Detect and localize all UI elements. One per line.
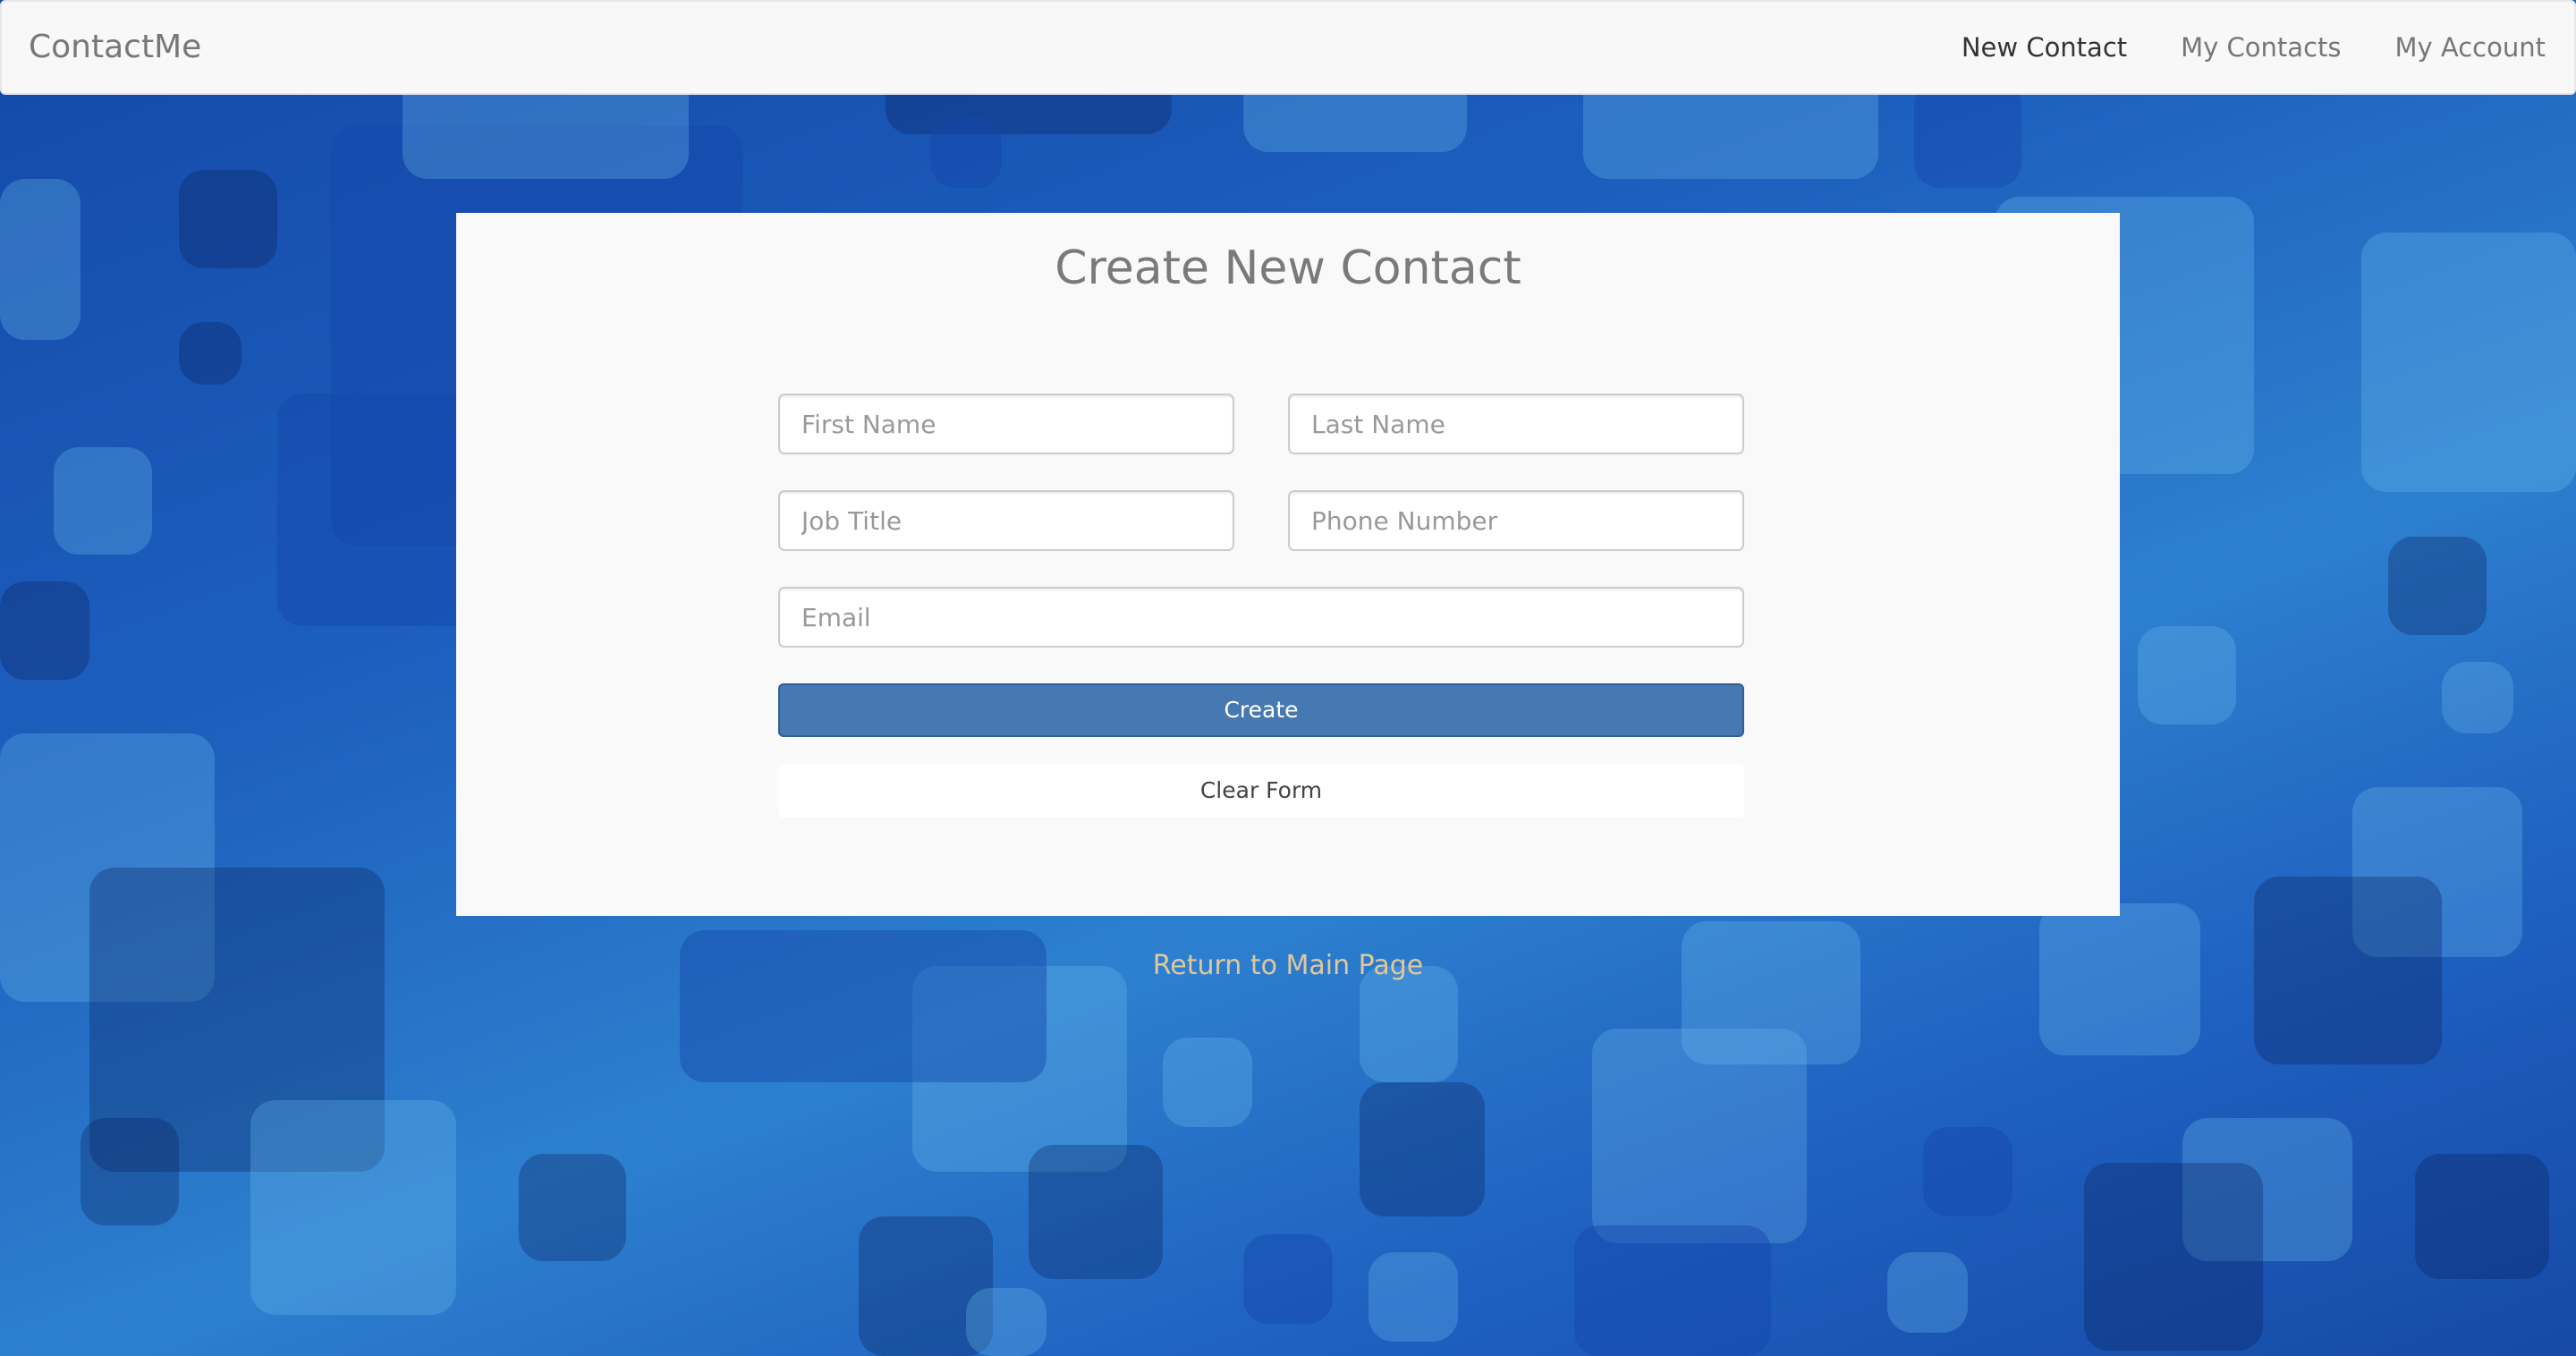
nav-links: New Contact My Contacts My Account — [1908, 2, 2546, 93]
email-input[interactable] — [778, 587, 1744, 648]
job-title-input[interactable] — [778, 490, 1234, 551]
nav-new-contact[interactable]: New Contact — [1962, 32, 2127, 63]
first-name-input[interactable] — [778, 394, 1234, 454]
clear-form-button[interactable]: Clear Form — [778, 764, 1744, 818]
return-to-main-link[interactable]: Return to Main Page — [0, 950, 2576, 981]
page-title: Create New Contact — [1055, 242, 1521, 295]
nav-my-contacts[interactable]: My Contacts — [2181, 32, 2341, 63]
phone-number-input[interactable] — [1288, 490, 1744, 551]
last-name-input[interactable] — [1288, 394, 1744, 454]
brand-logo[interactable]: ContactMe — [29, 2, 201, 93]
navbar: ContactMe New Contact My Contacts My Acc… — [0, 0, 2576, 95]
nav-my-account[interactable]: My Account — [2395, 32, 2546, 63]
create-button[interactable]: Create — [778, 683, 1744, 737]
